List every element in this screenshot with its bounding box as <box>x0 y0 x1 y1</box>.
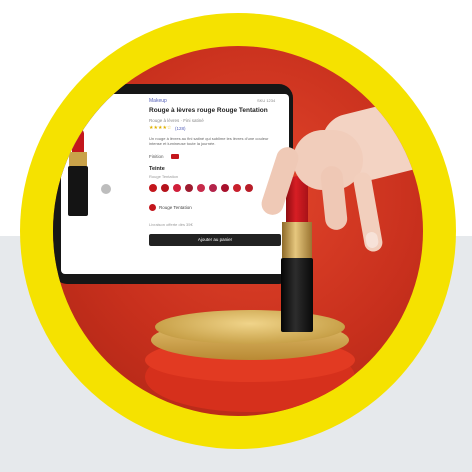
selected-shade-dot <box>149 204 156 211</box>
rating-link[interactable]: (128) <box>175 126 186 131</box>
swatch[interactable] <box>185 184 193 192</box>
tag-badge <box>171 154 179 159</box>
hand-icon <box>258 92 423 256</box>
selected-shade-label: Rouge Tentation <box>159 205 192 210</box>
shade-label: Teinte <box>149 166 165 172</box>
tablet-icon: Makeup SKU 1234 Rouge à lèvres rouge Rou… <box>53 84 293 284</box>
swatch[interactable] <box>233 184 241 192</box>
pedestal-icon <box>145 308 355 416</box>
lipstick-tube <box>281 258 313 332</box>
thumb-lipstick <box>65 128 91 248</box>
product-description: Un rouge à lèvres au fini satiné qui sub… <box>149 136 269 146</box>
product-subtitle: Rouge à lèvres · Fini satiné <box>149 118 204 123</box>
product-scene: Makeup SKU 1234 Rouge à lèvres rouge Rou… <box>53 46 423 416</box>
small-note: Livraison offerte dès 35€ <box>149 222 193 227</box>
breadcrumb[interactable]: Makeup <box>149 98 167 104</box>
carousel-dot-icon[interactable] <box>101 184 111 194</box>
swatch[interactable] <box>221 184 229 192</box>
swatch[interactable] <box>149 184 157 192</box>
shade-swatches <box>149 184 279 194</box>
product-title: Rouge à lèvres rouge Rouge Tentation <box>149 107 268 114</box>
rating-stars: ★★★★☆ <box>149 125 172 131</box>
shade-sublabel: Rouge Tentation <box>149 174 179 179</box>
add-to-cart-label: Ajouter au panier <box>197 237 233 242</box>
swatch[interactable] <box>197 184 205 192</box>
tablet-screen: Makeup SKU 1234 Rouge à lèvres rouge Rou… <box>61 94 289 274</box>
tag-label: Finition <box>149 154 164 159</box>
add-to-cart-button[interactable]: Ajouter au panier <box>149 234 281 246</box>
swatch[interactable] <box>209 184 217 192</box>
header-right: SKU 1234 <box>257 98 276 103</box>
swatch[interactable] <box>161 184 169 192</box>
swatch[interactable] <box>173 184 181 192</box>
index-finger <box>258 144 302 218</box>
swatch[interactable] <box>245 184 253 192</box>
